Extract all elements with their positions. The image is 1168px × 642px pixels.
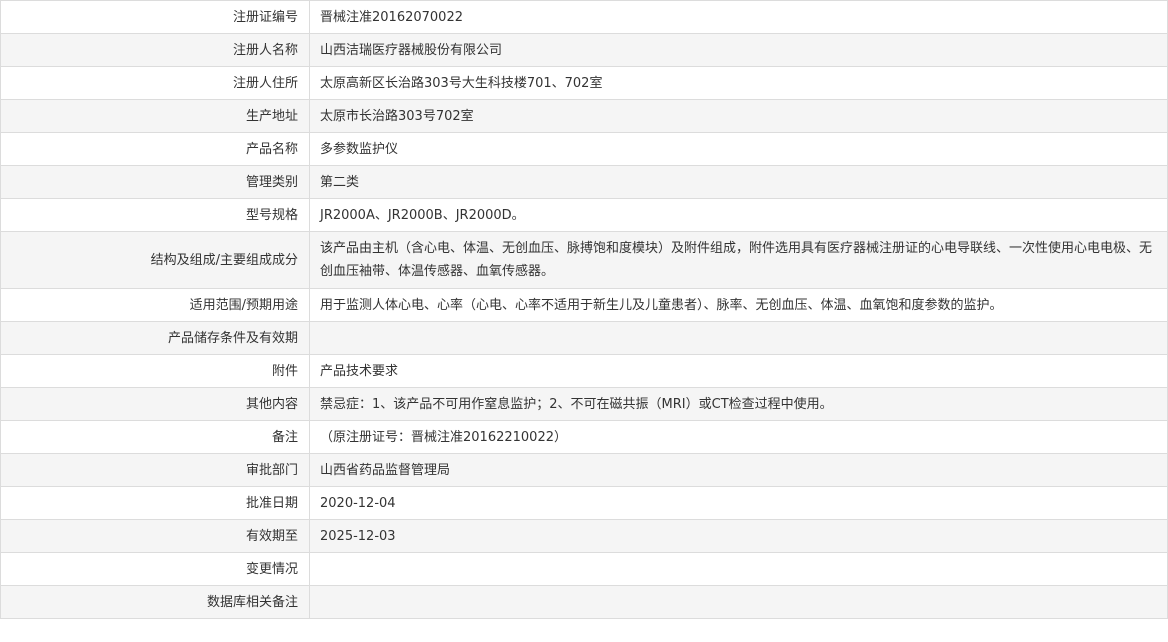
row-registrant-address: 注册人住所 太原高新区长治路303号大生科技楼701、702室: [0, 66, 1168, 100]
label-production-address: 生产地址: [0, 99, 310, 133]
value-model-spec: JR2000A、JR2000B、JR2000D。: [309, 198, 1168, 232]
row-intended-use: 适用范围/预期用途 用于监测人体心电、心率（心电、心率不适用于新生儿及儿童患者）…: [0, 288, 1168, 322]
value-registrant-address: 太原高新区长治路303号大生科技楼701、702室: [309, 66, 1168, 100]
value-valid-until: 2025-12-03: [309, 519, 1168, 553]
row-database-remarks: 数据库相关备注: [0, 585, 1168, 619]
row-attachment: 附件 产品技术要求: [0, 354, 1168, 388]
value-remarks: （原注册证号：晋械注准20162210022）: [309, 420, 1168, 454]
row-remarks: 备注 （原注册证号：晋械注准20162210022）: [0, 420, 1168, 454]
registration-detail-table: 注册证编号 晋械注准20162070022 注册人名称 山西洁瑞医疗器械股份有限…: [0, 0, 1168, 619]
row-structure-composition: 结构及组成/主要组成成分 该产品由主机（含心电、体温、无创血压、脉搏饱和度模块）…: [0, 231, 1168, 289]
label-structure-composition: 结构及组成/主要组成成分: [0, 231, 310, 289]
row-registration-number: 注册证编号 晋械注准20162070022: [0, 0, 1168, 34]
value-approval-date: 2020-12-04: [309, 486, 1168, 520]
label-approval-department: 审批部门: [0, 453, 310, 487]
value-registrant-name: 山西洁瑞医疗器械股份有限公司: [309, 33, 1168, 67]
detail-table-body: 注册证编号 晋械注准20162070022 注册人名称 山西洁瑞医疗器械股份有限…: [0, 0, 1168, 619]
label-registrant-address: 注册人住所: [0, 66, 310, 100]
label-approval-date: 批准日期: [0, 486, 310, 520]
row-model-spec: 型号规格 JR2000A、JR2000B、JR2000D。: [0, 198, 1168, 232]
row-other-content: 其他内容 禁忌症：1、该产品不可用作窒息监护；2、不可在磁共振（MRI）或CT检…: [0, 387, 1168, 421]
label-management-category: 管理类别: [0, 165, 310, 199]
row-approval-department: 审批部门 山西省药品监督管理局: [0, 453, 1168, 487]
value-attachment: 产品技术要求: [309, 354, 1168, 388]
label-product-name: 产品名称: [0, 132, 310, 166]
value-production-address: 太原市长治路303号702室: [309, 99, 1168, 133]
row-registrant-name: 注册人名称 山西洁瑞医疗器械股份有限公司: [0, 33, 1168, 67]
row-production-address: 生产地址 太原市长治路303号702室: [0, 99, 1168, 133]
label-model-spec: 型号规格: [0, 198, 310, 232]
label-storage-validity: 产品储存条件及有效期: [0, 321, 310, 355]
label-registration-number: 注册证编号: [0, 0, 310, 34]
label-registrant-name: 注册人名称: [0, 33, 310, 67]
row-approval-date: 批准日期 2020-12-04: [0, 486, 1168, 520]
row-management-category: 管理类别 第二类: [0, 165, 1168, 199]
value-intended-use: 用于监测人体心电、心率（心电、心率不适用于新生儿及儿童患者）、脉率、无创血压、体…: [309, 288, 1168, 322]
value-product-name: 多参数监护仪: [309, 132, 1168, 166]
value-change-status: [309, 552, 1168, 586]
row-product-name: 产品名称 多参数监护仪: [0, 132, 1168, 166]
value-database-remarks: [309, 585, 1168, 619]
label-intended-use: 适用范围/预期用途: [0, 288, 310, 322]
row-change-status: 变更情况: [0, 552, 1168, 586]
value-approval-department: 山西省药品监督管理局: [309, 453, 1168, 487]
value-structure-composition: 该产品由主机（含心电、体温、无创血压、脉搏饱和度模块）及附件组成，附件选用具有医…: [309, 231, 1168, 289]
label-valid-until: 有效期至: [0, 519, 310, 553]
value-registration-number: 晋械注准20162070022: [309, 0, 1168, 34]
label-change-status: 变更情况: [0, 552, 310, 586]
label-database-remarks: 数据库相关备注: [0, 585, 310, 619]
row-valid-until: 有效期至 2025-12-03: [0, 519, 1168, 553]
label-remarks: 备注: [0, 420, 310, 454]
row-storage-validity: 产品储存条件及有效期: [0, 321, 1168, 355]
value-other-content: 禁忌症：1、该产品不可用作窒息监护；2、不可在磁共振（MRI）或CT检查过程中使…: [309, 387, 1168, 421]
label-other-content: 其他内容: [0, 387, 310, 421]
value-management-category: 第二类: [309, 165, 1168, 199]
label-attachment: 附件: [0, 354, 310, 388]
value-storage-validity: [309, 321, 1168, 355]
